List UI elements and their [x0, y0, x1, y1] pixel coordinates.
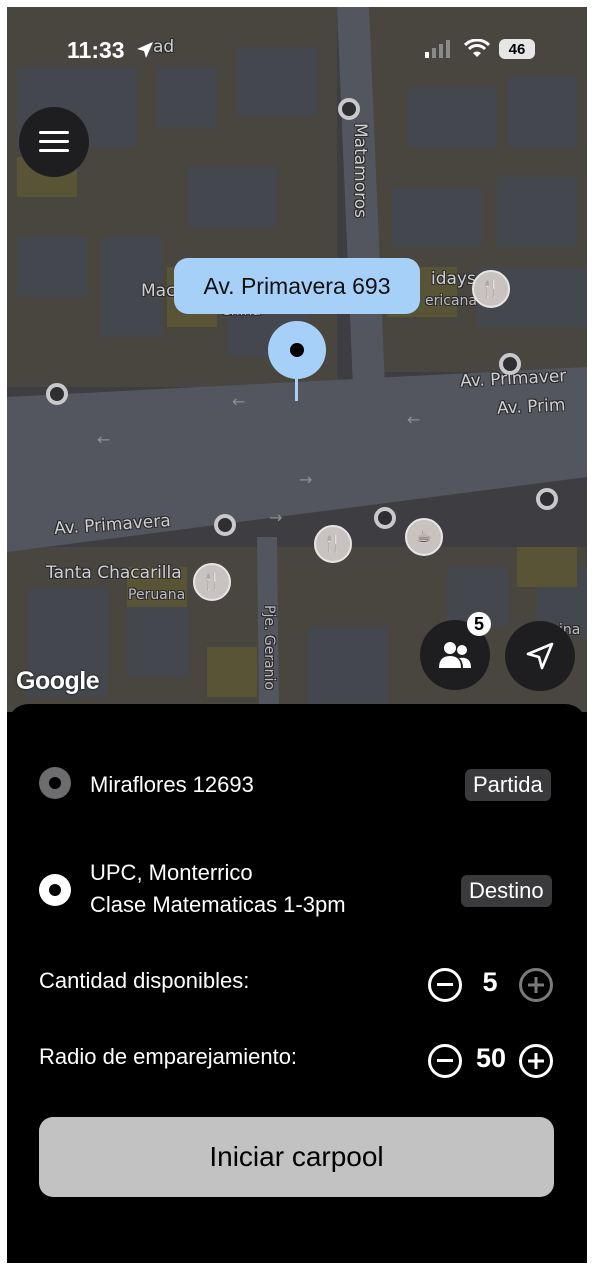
restaurant-icon[interactable]: 🍴: [472, 270, 510, 308]
svg-text:←: ←: [407, 410, 420, 429]
minus-icon: [437, 1059, 453, 1062]
radius-decrement-button[interactable]: [428, 1044, 462, 1078]
pin-stem: [295, 377, 298, 401]
navigate-button[interactable]: [505, 621, 575, 691]
map-poi-dot[interactable]: [214, 514, 236, 536]
seats-increment-button[interactable]: [519, 968, 553, 1002]
map-view[interactable]: ← ← ← → → → ad Matamoros Mac China idays…: [7, 7, 587, 712]
map-label-primavera: Av. Prim: [496, 395, 566, 419]
svg-text:←: ←: [232, 392, 245, 411]
radius-value: 50: [475, 1043, 507, 1073]
destination-radio-icon[interactable]: [39, 874, 71, 906]
plus-icon: [528, 977, 544, 993]
destination-line1: UPC, Monterrico: [90, 860, 253, 885]
map-label-matamoros: Matamoros: [350, 123, 370, 219]
status-bar: 11:33 46: [7, 37, 587, 63]
battery-level: 46: [508, 40, 526, 58]
restaurant-icon[interactable]: 🍴: [314, 525, 352, 563]
svg-text:→: →: [269, 508, 282, 527]
map-poi-dot[interactable]: [536, 488, 558, 510]
svg-text:→: →: [299, 470, 312, 489]
map-label-geranio: Pje. Geranio: [261, 605, 277, 690]
app-frame: ← ← ← → → → ad Matamoros Mac China idays…: [7, 7, 587, 1263]
origin-radio-icon[interactable]: [39, 767, 71, 799]
google-attribution: Google: [16, 667, 100, 695]
origin-tag: Partida: [465, 769, 551, 801]
location-arrow-icon: [137, 42, 153, 58]
seats-label: Cantidad disponibles:: [39, 968, 250, 993]
map-poi-dot[interactable]: [499, 353, 521, 375]
svg-text:←: ←: [97, 430, 110, 449]
signal-icon: [425, 40, 450, 58]
map-label: Peruana: [128, 587, 186, 603]
navigate-icon: [526, 642, 554, 670]
status-time: 11:33: [67, 37, 125, 63]
radius-increment-button[interactable]: [519, 1044, 553, 1078]
radio-dot: [49, 777, 61, 789]
origin-text: Miraflores 12693: [90, 772, 254, 797]
riders-count-badge: 5: [467, 612, 491, 636]
plus-icon: [528, 1053, 544, 1069]
minus-icon: [437, 983, 453, 986]
map-poi-dot[interactable]: [46, 383, 68, 405]
map-label: idays: [431, 269, 476, 289]
destination-line2: Clase Matematicas 1-3pm: [90, 892, 346, 917]
cafe-icon[interactable]: ☕: [405, 518, 443, 556]
map-poi-dot[interactable]: [338, 98, 360, 120]
pin-dot: [290, 343, 304, 357]
radio-dot: [49, 884, 61, 896]
map-label: ericana: [425, 293, 477, 309]
location-pin[interactable]: [268, 321, 326, 379]
map-label: Mac: [141, 281, 176, 301]
seats-value: 5: [482, 967, 498, 997]
menu-button[interactable]: [19, 107, 89, 177]
restaurant-icon[interactable]: 🍴: [193, 563, 231, 601]
seats-decrement-button[interactable]: [428, 968, 462, 1002]
destination-tag: Destino: [461, 875, 552, 907]
map-poi-dot[interactable]: [374, 507, 396, 529]
map-label-tanta: Tanta Chacarilla: [46, 563, 182, 583]
battery-icon: 46: [499, 39, 535, 59]
riders-icon: [439, 642, 471, 668]
wifi-icon: [464, 39, 490, 57]
radius-label: Radio de emparejamiento:: [39, 1044, 298, 1069]
menu-icon: [39, 131, 69, 152]
start-carpool-button[interactable]: Iniciar carpool: [39, 1117, 554, 1197]
selected-address-tooltip: Av. Primavera 693: [174, 258, 420, 314]
